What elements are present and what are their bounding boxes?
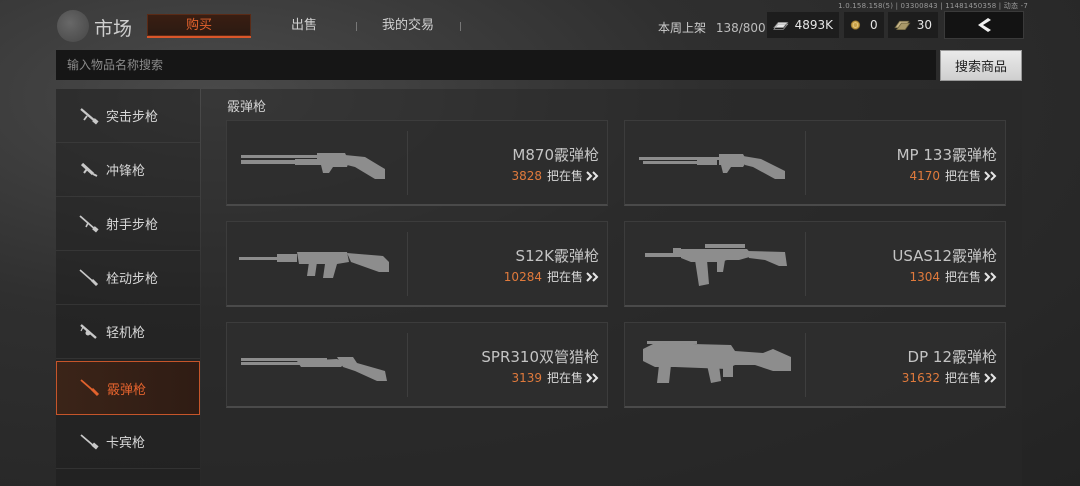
on-sale-label: 把在售: [546, 270, 583, 284]
card-divider: [805, 333, 806, 397]
double-chevron-right-icon: [984, 170, 997, 181]
cash-value: 4893K: [794, 18, 833, 32]
on-sale-count: 1304: [909, 269, 940, 284]
ticket-value: 30: [916, 18, 932, 32]
on-sale-label: 把在售: [944, 371, 981, 385]
card-divider: [805, 131, 806, 195]
weekly-listing-label: 本周上架: [658, 21, 707, 35]
on-sale-label: 把在售: [546, 169, 583, 183]
sidebar-item-label: 冲锋枪: [106, 164, 146, 179]
item-card-spr310[interactable]: SPR310双管猎枪 3139 把在售: [226, 322, 608, 408]
tab-divider: [356, 22, 357, 31]
item-availability: 3139 把在售: [511, 369, 599, 386]
smg-icon: [80, 162, 98, 177]
item-card-s12k[interactable]: S12K霰弹枪 10284 把在售: [226, 221, 608, 307]
gold-value: 0: [870, 18, 878, 32]
item-availability: 31632 把在售: [902, 369, 997, 386]
item-card-dp12[interactable]: DP 12霰弹枪 31632 把在售: [624, 322, 1006, 408]
item-availability: 10284 把在售: [504, 268, 599, 285]
item-availability: 1304 把在售: [909, 268, 997, 285]
marksman-rifle-icon: [79, 214, 99, 232]
category-sidebar: 突击步枪 冲锋枪 射手步枪 栓动步枪 轻机枪 霰弹枪 卡宾枪: [56, 89, 200, 486]
ticket-bundle-icon: [894, 20, 911, 31]
sidebar-item-label: 射手步枪: [106, 218, 159, 233]
weekly-listing-value: 138/800: [715, 21, 766, 35]
item-name: M870霰弹枪: [512, 146, 599, 164]
carbine-icon: [80, 433, 99, 449]
sidebar-item-smg[interactable]: 冲锋枪: [56, 143, 200, 197]
item-name: S12K霰弹枪: [515, 247, 599, 265]
double-chevron-right-icon: [586, 170, 599, 181]
ticket-balance: 30: [888, 12, 938, 38]
on-sale-label: 把在售: [546, 371, 583, 385]
cash-balance: 4893K: [767, 12, 839, 38]
lmg-icon: [80, 323, 97, 339]
card-divider: [407, 333, 408, 397]
search-input[interactable]: [56, 50, 936, 80]
sidebar-item-label: 轻机枪: [106, 326, 146, 341]
item-name: DP 12霰弹枪: [907, 348, 997, 366]
item-name: SPR310双管猎枪: [481, 348, 599, 366]
item-availability: 4170 把在售: [909, 167, 997, 184]
item-name: MP 133霰弹枪: [896, 146, 997, 164]
bullpup-shotgun-icon: [643, 341, 791, 383]
shotgun-icon: [80, 379, 100, 397]
gold-balance: 0: [844, 12, 884, 38]
item-card-usas12[interactable]: USAS12霰弹枪 1304 把在售: [624, 221, 1006, 307]
auto-shotgun-icon: [645, 244, 787, 286]
item-card-m870[interactable]: M870霰弹枪 3828 把在售: [226, 120, 608, 206]
sidebar-item-label: 卡宾枪: [106, 436, 146, 451]
tab-sell[interactable]: 出售: [262, 14, 346, 38]
card-divider: [407, 131, 408, 195]
on-sale-count: 3139: [511, 370, 542, 385]
chevron-left-icon: [978, 18, 991, 32]
tab-my-trades[interactable]: 我的交易: [366, 14, 450, 38]
sidebar-item-carbine[interactable]: 卡宾枪: [56, 415, 200, 469]
pump-shotgun-icon: [241, 153, 385, 179]
bolt-action-rifle-icon: [79, 268, 99, 286]
market-logo-icon: [57, 10, 89, 42]
double-chevron-right-icon: [586, 372, 599, 383]
search-bar: 搜索商品: [56, 50, 1022, 81]
item-availability: 3828 把在售: [511, 167, 599, 184]
on-sale-label: 把在售: [944, 270, 981, 284]
sidebar-item-label: 栓动步枪: [106, 272, 159, 287]
double-chevron-right-icon: [984, 271, 997, 282]
card-divider: [407, 232, 408, 296]
on-sale-label: 把在售: [944, 169, 981, 183]
double-barrel-shotgun-icon: [241, 357, 387, 381]
double-chevron-right-icon: [586, 271, 599, 282]
weekly-listing-stat: 本周上架 138/800: [658, 19, 766, 36]
on-sale-count: 3828: [511, 168, 542, 183]
sidebar-item-shotgun[interactable]: 霰弹枪: [56, 361, 200, 415]
cash-stack-icon: [773, 22, 789, 30]
on-sale-count: 31632: [901, 370, 940, 385]
assault-rifle-icon: [80, 107, 99, 124]
on-sale-count: 4170: [909, 168, 940, 183]
item-name: USAS12霰弹枪: [892, 247, 997, 265]
sidebar-item-label: 霰弹枪: [107, 382, 147, 398]
sidebar-item-label: 突击步枪: [106, 110, 159, 125]
item-card-mp133[interactable]: MP 133霰弹枪 4170 把在售: [624, 120, 1006, 206]
top-bar: 市场 购买 出售 我的交易 本周上架 138/800 4893K 0 30: [0, 8, 1080, 44]
sidebar-item-assault-rifle[interactable]: 突击步枪: [56, 89, 200, 143]
double-chevron-right-icon: [984, 372, 997, 383]
semi-auto-shotgun-icon: [239, 252, 389, 278]
section-title: 霰弹枪: [227, 100, 267, 115]
on-sale-count: 10284: [503, 269, 542, 284]
card-divider: [805, 232, 806, 296]
sidebar-item-bolt-action[interactable]: 栓动步枪: [56, 251, 200, 305]
sidebar-item-marksman-rifle[interactable]: 射手步枪: [56, 197, 200, 251]
sidebar-item-lmg[interactable]: 轻机枪: [56, 305, 200, 359]
search-button[interactable]: 搜索商品: [940, 50, 1022, 81]
tab-buy[interactable]: 购买: [147, 14, 251, 38]
listing-panel: 霰弹枪 M870霰弹枪 3828 把在售 MP 133霰弹枪 4170 把在售 …: [201, 89, 1022, 486]
back-button[interactable]: [944, 11, 1024, 39]
gold-coin-icon: [850, 20, 861, 30]
tab-divider: [460, 22, 461, 31]
page-title: 市场: [94, 18, 133, 40]
pump-shotgun-icon: [639, 154, 785, 179]
